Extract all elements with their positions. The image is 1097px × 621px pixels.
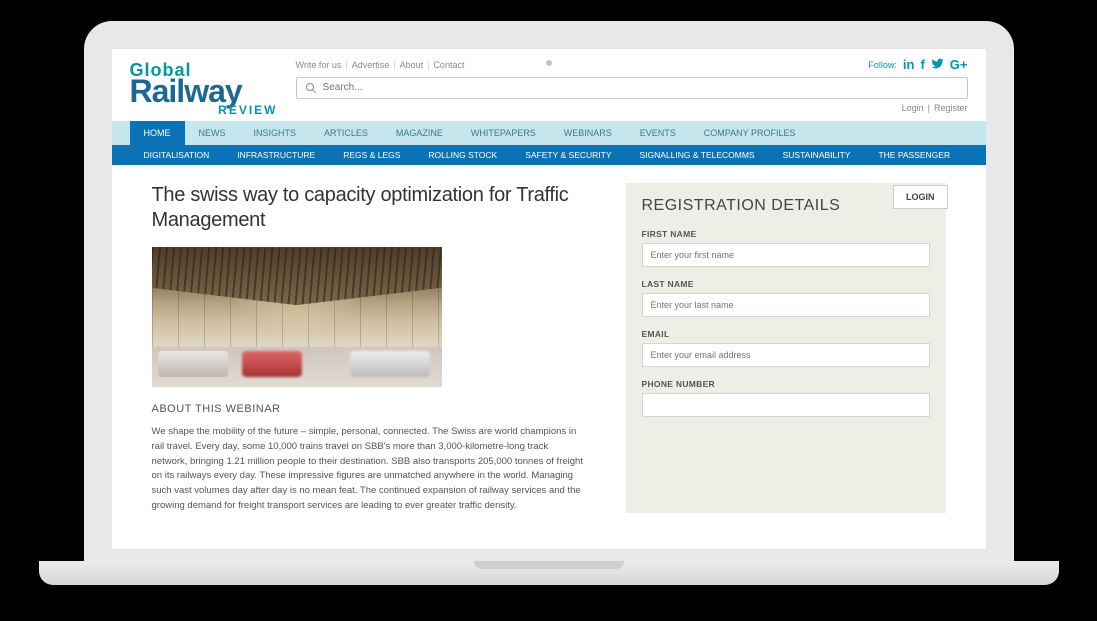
phone-input[interactable] — [642, 393, 930, 417]
first-name-input[interactable] — [642, 243, 930, 267]
nav2-regs[interactable]: REGS & LEGS — [329, 145, 414, 165]
nav-home[interactable]: HOME — [130, 121, 185, 145]
register-link[interactable]: Register — [934, 103, 968, 113]
follow-label: Follow: — [868, 60, 897, 70]
nav-whitepapers[interactable]: WHITEPAPERS — [457, 121, 550, 145]
last-name-label: LAST NAME — [642, 279, 930, 289]
nav-magazine[interactable]: MAGAZINE — [382, 121, 457, 145]
nav-events[interactable]: EVENTS — [626, 121, 690, 145]
logo-line2: Railway — [130, 78, 278, 105]
login-link[interactable]: Login — [902, 103, 924, 113]
login-button[interactable]: LOGIN — [893, 185, 948, 209]
email-input[interactable] — [642, 343, 930, 367]
hero-image — [152, 247, 442, 387]
nav2-passenger[interactable]: THE PASSENGER — [864, 145, 964, 165]
registration-title: REGISTRATION DETAILS — [642, 197, 841, 215]
search-bar[interactable] — [296, 77, 968, 99]
laptop-camera — [546, 60, 552, 66]
search-icon — [305, 82, 317, 94]
article-body: We shape the mobility of the future – si… — [152, 425, 586, 513]
article-title: The swiss way to capacity optimization f… — [152, 183, 586, 233]
linkedin-icon[interactable]: in — [903, 57, 915, 72]
first-name-label: FIRST NAME — [642, 229, 930, 239]
twitter-icon[interactable] — [931, 57, 944, 73]
toplink-about[interactable]: About — [400, 60, 424, 70]
nav-secondary: DIGITALISATION INFRASTRUCTURE REGS & LEG… — [112, 145, 986, 165]
nav-insights[interactable]: INSIGHTS — [240, 121, 311, 145]
nav-webinars[interactable]: WEBINARS — [550, 121, 626, 145]
search-input[interactable] — [323, 82, 959, 93]
toplink-contact[interactable]: Contact — [433, 60, 464, 70]
registration-panel: REGISTRATION DETAILS LOGIN FIRST NAME LA… — [626, 183, 946, 513]
nav2-sustainability[interactable]: SUSTAINABILITY — [769, 145, 865, 165]
section-label: ABOUT THIS WEBINAR — [152, 403, 586, 415]
nav2-safety[interactable]: SAFETY & SECURITY — [511, 145, 625, 165]
last-name-input[interactable] — [642, 293, 930, 317]
email-label: EMAIL — [642, 329, 930, 339]
nav2-digitalisation[interactable]: DIGITALISATION — [130, 145, 224, 165]
toplink-advertise[interactable]: Advertise — [352, 60, 390, 70]
nav-articles[interactable]: ARTICLES — [310, 121, 382, 145]
nav2-signalling[interactable]: SIGNALLING & TELECOMMS — [626, 145, 769, 165]
toplink-write[interactable]: Write for us — [296, 60, 342, 70]
main-content: The swiss way to capacity optimization f… — [152, 183, 586, 513]
facebook-icon[interactable]: f — [920, 57, 924, 72]
nav-primary: HOME NEWS INSIGHTS ARTICLES MAGAZINE WHI… — [112, 121, 986, 145]
phone-label: PHONE NUMBER — [642, 379, 930, 389]
nav-company-profiles[interactable]: COMPANY PROFILES — [690, 121, 810, 145]
nav-news[interactable]: NEWS — [185, 121, 240, 145]
top-links: Write for us| Advertise| About| Contact — [296, 60, 465, 70]
site-logo[interactable]: Global Railway REVIEW — [130, 57, 278, 116]
nav2-rolling-stock[interactable]: ROLLING STOCK — [414, 145, 511, 165]
googleplus-icon[interactable]: G+ — [950, 57, 968, 72]
nav2-infrastructure[interactable]: INFRASTRUCTURE — [223, 145, 329, 165]
